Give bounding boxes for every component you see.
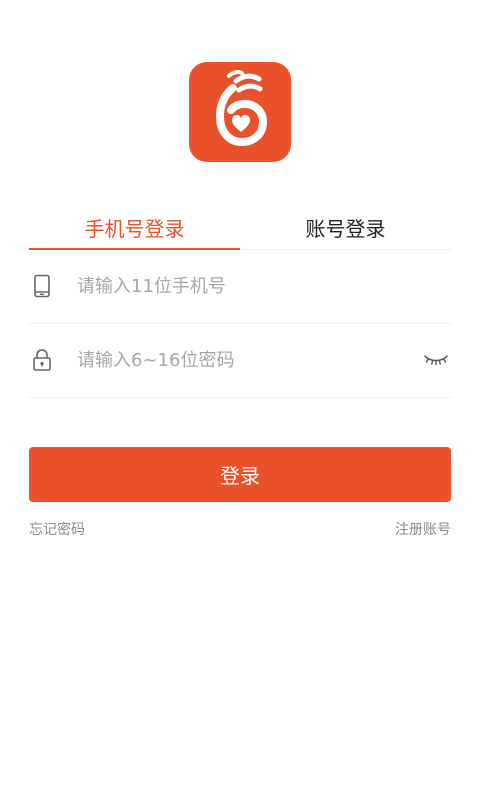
login-screen: 手机号登录 账号登录 请输入11位手机号 登录 忘记密码 注册账号 (0, 0, 480, 800)
forgot-password-link[interactable]: 忘记密码 (29, 519, 85, 539)
password-input[interactable] (77, 340, 421, 380)
login-tabs: 手机号登录 账号登录 (29, 205, 451, 250)
phone-icon (30, 274, 54, 298)
eye-closed-icon[interactable] (421, 348, 451, 372)
tab-phone-login[interactable]: 手机号登录 (29, 205, 240, 250)
lock-icon (30, 348, 54, 372)
login-button[interactable]: 登录 (29, 447, 451, 502)
register-link[interactable]: 注册账号 (395, 519, 451, 539)
password-field-row (29, 323, 451, 398)
phone-input[interactable] (77, 266, 451, 306)
app-logo-icon (189, 62, 291, 162)
phone-field-row (29, 249, 451, 324)
tab-account-login[interactable]: 账号登录 (240, 205, 451, 249)
